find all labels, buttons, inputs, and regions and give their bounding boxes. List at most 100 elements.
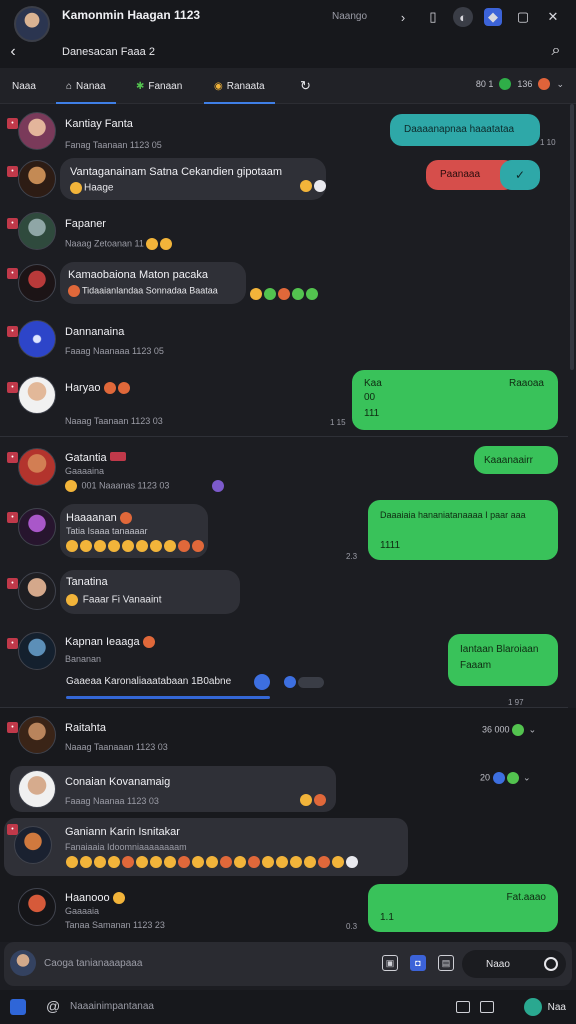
list-item[interactable]: • Ganiann Karin Isnitakar Fanaiaaia Idoo… — [0, 816, 576, 880]
emoji-icon — [136, 856, 148, 868]
emoji-icon — [160, 238, 173, 250]
emoji-icon — [300, 794, 312, 806]
emoji-icon — [192, 856, 204, 868]
glasses-icon[interactable] — [480, 1001, 494, 1013]
emoji-icon — [108, 540, 120, 552]
progress-bar[interactable] — [66, 696, 270, 699]
list-item[interactable]: • Kamaobaiona Maton pacaka Tidaaianlanda… — [0, 258, 576, 308]
unread-badge: • — [7, 512, 18, 523]
image-icon[interactable]: ▣ — [382, 955, 398, 971]
avatar[interactable] — [10, 950, 36, 976]
sent-message-bubble[interactable]: Kaa 00 111 Raaoaa — [352, 370, 558, 430]
status-indicator[interactable]: Naa — [523, 998, 566, 1016]
avatar[interactable] — [18, 888, 56, 926]
refresh-icon[interactable]: ↻ — [300, 77, 311, 95]
chevron-down-icon[interactable]: ⌄ — [529, 724, 537, 734]
avatar[interactable] — [18, 632, 56, 670]
emoji-icon — [292, 288, 304, 300]
status-label: Naango — [332, 11, 368, 22]
emoji-icon — [492, 772, 505, 784]
chevron-right-icon[interactable]: › — [390, 6, 416, 28]
chevron-down-icon[interactable]: ⌄ — [556, 79, 564, 90]
profile-chip-icon[interactable]: ◐ — [453, 7, 473, 27]
emoji-icon — [150, 856, 162, 868]
list-item[interactable]: • Tanatina Faaar Fi Vanaaint — [0, 568, 576, 616]
star-icon: ✱ — [136, 80, 145, 92]
message-input[interactable] — [44, 952, 344, 974]
sent-message-bubble[interactable]: Kaaanaairr — [474, 446, 558, 474]
window-icon[interactable] — [456, 1001, 470, 1013]
emoji-icon — [119, 512, 132, 525]
list-item[interactable]: • Raitahta Naaag Taanaaan 1123 03 36 000… — [0, 714, 576, 762]
tab-first[interactable]: Naaa — [12, 77, 36, 95]
avatar[interactable] — [18, 770, 56, 808]
reaction-chip[interactable] — [298, 676, 324, 688]
bottom-bar: @ Naaainimpantanaa Naa — [0, 990, 576, 1024]
list-item[interactable]: • Dannanaina Faaag Naanaaa 1123 05 — [0, 318, 576, 364]
attach-icon[interactable]: ▤ — [438, 955, 454, 971]
online-icon — [523, 998, 542, 1016]
emoji-icon — [506, 772, 519, 784]
emoji-icon — [234, 856, 246, 868]
emoji-icon — [150, 540, 162, 552]
emoji-icon — [94, 540, 106, 552]
emoji-icon — [346, 856, 358, 868]
copy-icon[interactable]: ▯ — [420, 6, 446, 28]
mention-icon[interactable]: @ — [46, 998, 60, 1014]
emoji-icon — [178, 856, 190, 868]
avatar[interactable] — [18, 160, 56, 198]
maximize-icon[interactable]: ▢ — [510, 6, 536, 28]
emoji-icon — [290, 856, 302, 868]
close-icon[interactable]: ✕ — [540, 6, 566, 28]
emoji-icon — [80, 540, 92, 552]
sent-message-bubble[interactable]: Iantaan Blaroiaan Faaam — [448, 634, 558, 686]
emoji-icon — [164, 856, 176, 868]
sent-message-bubble[interactable]: Daaaanapnaa haaatataa — [390, 114, 540, 146]
play-icon[interactable] — [254, 674, 270, 690]
unread-badge: • — [7, 382, 18, 393]
unread-badge: • — [7, 722, 18, 733]
send-button[interactable]: Naao — [462, 950, 566, 978]
send-icon — [544, 957, 558, 971]
app-icon[interactable] — [10, 999, 26, 1015]
unread-badge: • — [7, 268, 18, 279]
message-feed: • Kantiay Fanta Fanag Taanaan 1123 05 • … — [0, 104, 576, 942]
avatar[interactable] — [18, 264, 56, 302]
avatar[interactable] — [18, 212, 56, 250]
avatar[interactable] — [18, 572, 56, 610]
back-arrow-icon[interactable]: ‹ — [4, 42, 22, 62]
search-icon[interactable]: ⌕ — [546, 40, 566, 62]
emoji-icon — [314, 794, 326, 806]
unread-badge: • — [7, 638, 18, 649]
emoji-icon — [278, 288, 290, 300]
unread-badge: • — [7, 578, 18, 589]
emoji-icon — [276, 856, 288, 868]
avatar[interactable] — [18, 376, 56, 414]
message-bubble[interactable] — [10, 766, 336, 812]
sticker-icon[interactable]: ◘ — [410, 955, 426, 971]
list-item[interactable]: Conaian Kovanamaig Faaag Naanaa 1123 03 … — [0, 762, 576, 816]
sent-message-bubble[interactable]: Daaaiaia hananiatanaaaa I paar aaa 1111 — [368, 500, 558, 560]
list-item[interactable]: • Fapaner Naaag Zetoanan 11 — [0, 210, 576, 254]
shield-icon[interactable]: ◆ — [484, 8, 502, 26]
sent-message-bubble[interactable]: Fat.aaao 1.1 — [368, 884, 558, 932]
read-receipt-icon[interactable]: ✓ — [500, 160, 540, 190]
emoji-icon — [136, 540, 148, 552]
emoji-icon — [112, 892, 125, 905]
tab-status[interactable]: ◉ Ranaata — [204, 77, 275, 104]
avatar[interactable] — [18, 448, 56, 486]
emoji-icon — [142, 636, 155, 649]
avatar[interactable] — [18, 508, 56, 546]
chevron-down-icon[interactable]: ⌄ — [523, 772, 531, 782]
avatar[interactable] — [14, 826, 52, 864]
tab-favorites[interactable]: ✱ Fanaan — [136, 77, 182, 95]
avatar[interactable] — [18, 320, 56, 358]
avatar[interactable] — [18, 716, 56, 754]
avatar[interactable] — [18, 112, 56, 150]
tag-icon — [109, 452, 126, 461]
emoji-icon — [164, 540, 176, 552]
profile-avatar[interactable] — [14, 6, 50, 42]
tab-home[interactable]: ⌂ Nanaa — [56, 77, 115, 104]
emoji-icon — [65, 480, 77, 492]
message-composer: ▣ ◘ ▤ Naao — [4, 942, 572, 986]
